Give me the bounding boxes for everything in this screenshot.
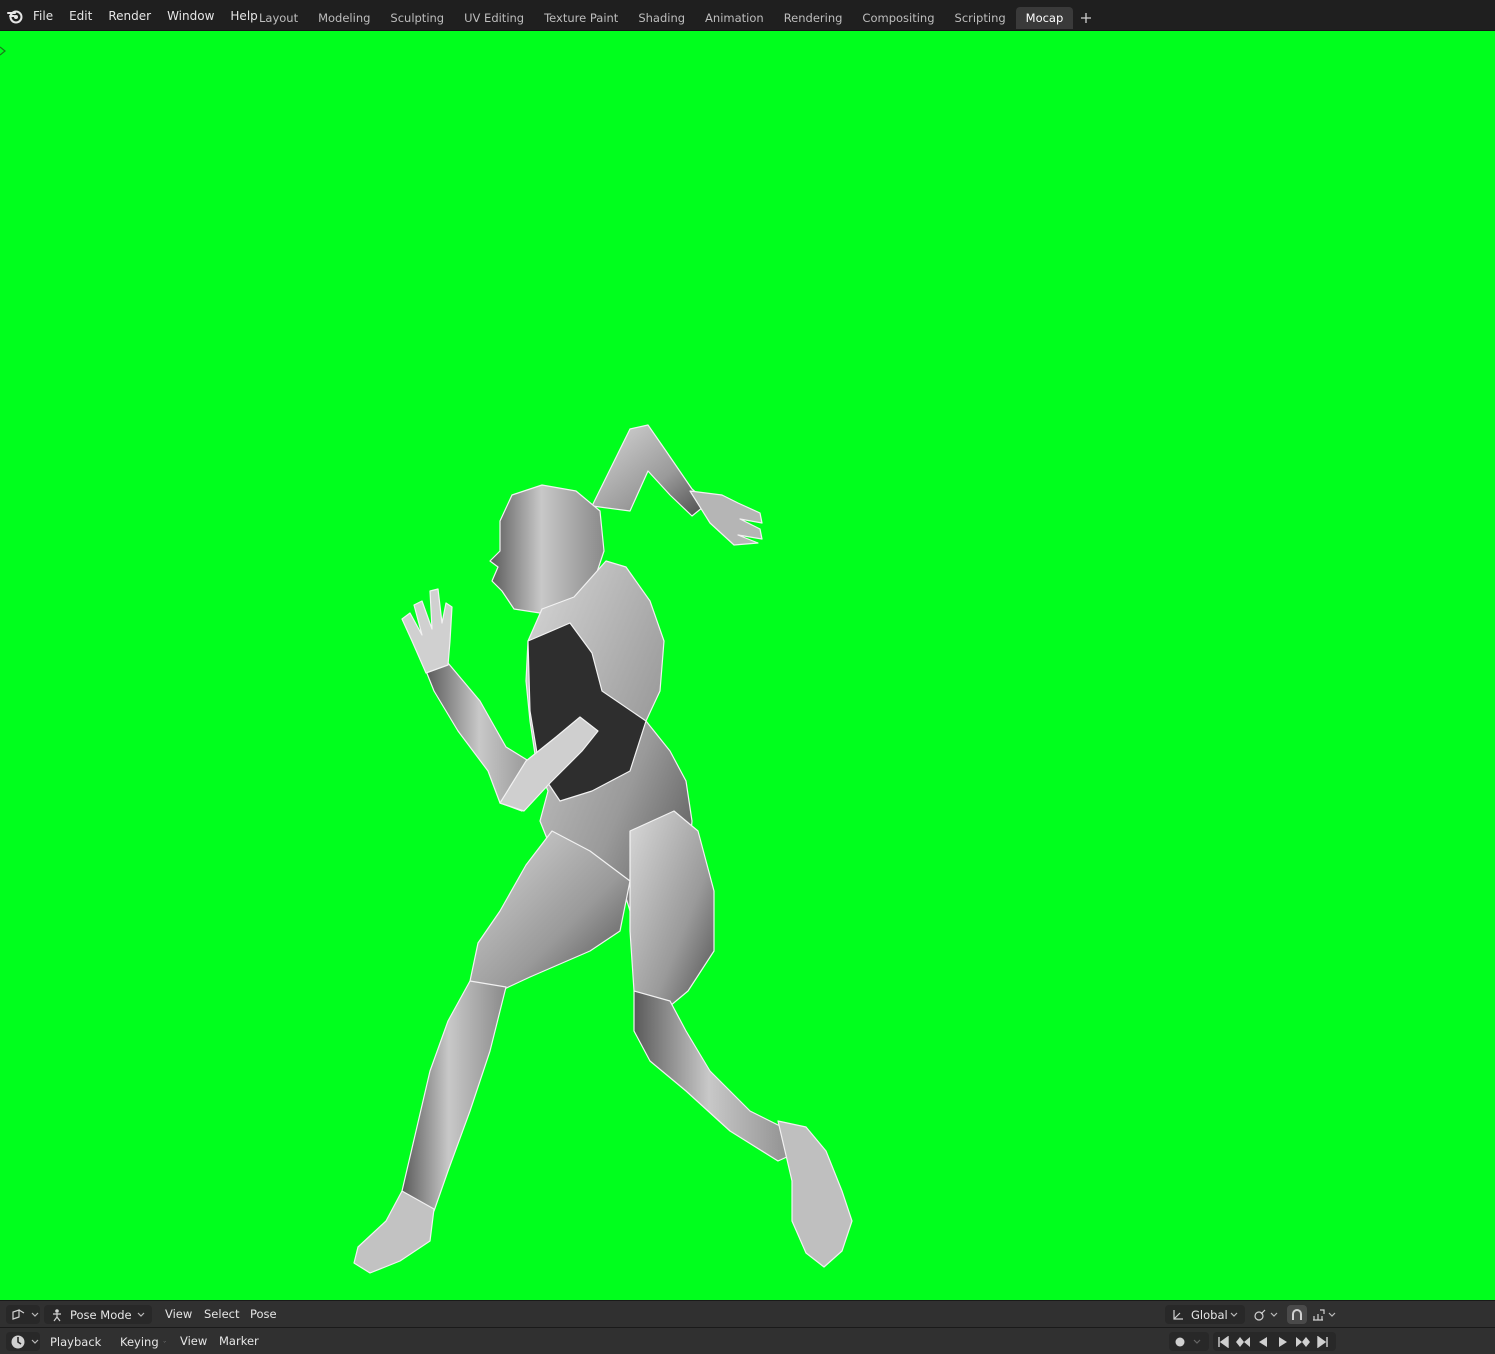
play-icon[interactable] bbox=[1273, 1332, 1293, 1351]
chevron-down-icon bbox=[163, 1340, 166, 1343]
playback-controls bbox=[1213, 1332, 1336, 1351]
foot-back bbox=[353, 1190, 435, 1274]
3d-viewport-icon bbox=[10, 1308, 26, 1322]
editor-type-button[interactable] bbox=[6, 1305, 40, 1324]
pose-mode-icon bbox=[50, 1308, 64, 1322]
tab-mocap[interactable]: Mocap bbox=[1015, 6, 1074, 29]
tab-animation[interactable]: Animation bbox=[695, 7, 774, 29]
hand-front bbox=[401, 588, 453, 674]
pivot-point-button[interactable] bbox=[1251, 1305, 1281, 1324]
tab-scripting[interactable]: Scripting bbox=[945, 7, 1016, 29]
tab-layout[interactable]: Layout bbox=[249, 7, 308, 29]
menu-render[interactable]: Render bbox=[100, 5, 159, 27]
orientation-axes-icon bbox=[1171, 1308, 1185, 1322]
chevron-down-icon bbox=[31, 1312, 39, 1317]
transform-orientation-dropdown[interactable]: Global bbox=[1165, 1305, 1245, 1324]
jump-end-icon[interactable] bbox=[1313, 1332, 1333, 1351]
menu-file[interactable]: File bbox=[25, 5, 61, 27]
pivot-icon bbox=[1253, 1308, 1267, 1322]
menu-edit[interactable]: Edit bbox=[61, 5, 100, 27]
menu-marker[interactable]: Marker bbox=[219, 1332, 259, 1351]
tab-rendering[interactable]: Rendering bbox=[774, 7, 853, 29]
magnet-icon bbox=[1290, 1308, 1304, 1322]
jump-start-icon[interactable] bbox=[1213, 1332, 1233, 1351]
tab-uv-editing[interactable]: UV Editing bbox=[454, 7, 534, 29]
tab-texture-paint[interactable]: Texture Paint bbox=[534, 7, 628, 29]
keying-label: Keying bbox=[120, 1334, 159, 1349]
snap-target-button[interactable] bbox=[1309, 1305, 1339, 1324]
tab-modeling[interactable]: Modeling bbox=[308, 7, 380, 29]
menu-view[interactable]: View bbox=[180, 1332, 207, 1351]
plus-icon[interactable] bbox=[1077, 9, 1095, 27]
chevron-down-icon bbox=[137, 1312, 145, 1317]
3d-viewport[interactable] bbox=[0, 31, 1495, 1300]
chevron-down-icon bbox=[1193, 1339, 1201, 1344]
tab-shading[interactable]: Shading bbox=[628, 7, 695, 29]
play-reverse-icon[interactable] bbox=[1253, 1332, 1273, 1351]
orientation-label: Global bbox=[1191, 1307, 1228, 1322]
hand-raised bbox=[689, 490, 763, 546]
blender-logo-icon[interactable] bbox=[6, 7, 24, 25]
mode-selector[interactable]: Pose Mode bbox=[44, 1305, 152, 1324]
menu-pose[interactable]: Pose bbox=[250, 1305, 277, 1324]
snap-toggle-button[interactable] bbox=[1287, 1305, 1307, 1324]
keying-menu[interactable]: Keying bbox=[114, 1332, 172, 1351]
mode-label: Pose Mode bbox=[70, 1307, 132, 1322]
snap-increment-icon bbox=[1311, 1308, 1325, 1322]
editor-type-button[interactable] bbox=[6, 1332, 40, 1351]
workspace-tabs: Layout Modeling Sculpting UV Editing Tex… bbox=[249, 0, 1095, 31]
main-menu: File Edit Render Window Help bbox=[25, 0, 266, 31]
timeline-header: Playback Keying View Marker bbox=[0, 1327, 1495, 1354]
sidebar-toggle-arrow-icon[interactable] bbox=[0, 45, 6, 57]
chevron-down-icon bbox=[31, 1339, 39, 1344]
chevron-down-icon bbox=[105, 1341, 106, 1342]
shin-front bbox=[633, 990, 801, 1162]
upper-arm-raised bbox=[591, 424, 709, 517]
menu-select[interactable]: Select bbox=[204, 1305, 239, 1324]
menu-window[interactable]: Window bbox=[159, 5, 222, 27]
tab-compositing[interactable]: Compositing bbox=[852, 7, 944, 29]
prev-keyframe-icon[interactable] bbox=[1233, 1332, 1253, 1351]
playback-menu[interactable]: Playback bbox=[44, 1332, 112, 1351]
tab-sculpting[interactable]: Sculpting bbox=[380, 7, 454, 29]
posed-character-mesh[interactable] bbox=[330, 391, 870, 1281]
timeline-clock-icon bbox=[10, 1334, 26, 1350]
thigh-front bbox=[629, 810, 715, 1022]
playback-label: Playback bbox=[50, 1334, 102, 1349]
chevron-down-icon bbox=[1270, 1312, 1278, 1317]
chevron-down-icon bbox=[1328, 1312, 1336, 1317]
foot-front bbox=[777, 1120, 853, 1268]
next-keyframe-icon[interactable] bbox=[1293, 1332, 1313, 1351]
shin-back bbox=[401, 980, 507, 1222]
viewport-header: Pose Mode View Select Pose Global bbox=[0, 1300, 1495, 1327]
menu-view[interactable]: View bbox=[165, 1305, 192, 1324]
chevron-down-icon bbox=[1230, 1312, 1238, 1317]
top-bar: File Edit Render Window Help Layout Mode… bbox=[0, 0, 1495, 31]
auto-keying-button[interactable] bbox=[1169, 1332, 1209, 1351]
record-icon bbox=[1174, 1336, 1186, 1348]
